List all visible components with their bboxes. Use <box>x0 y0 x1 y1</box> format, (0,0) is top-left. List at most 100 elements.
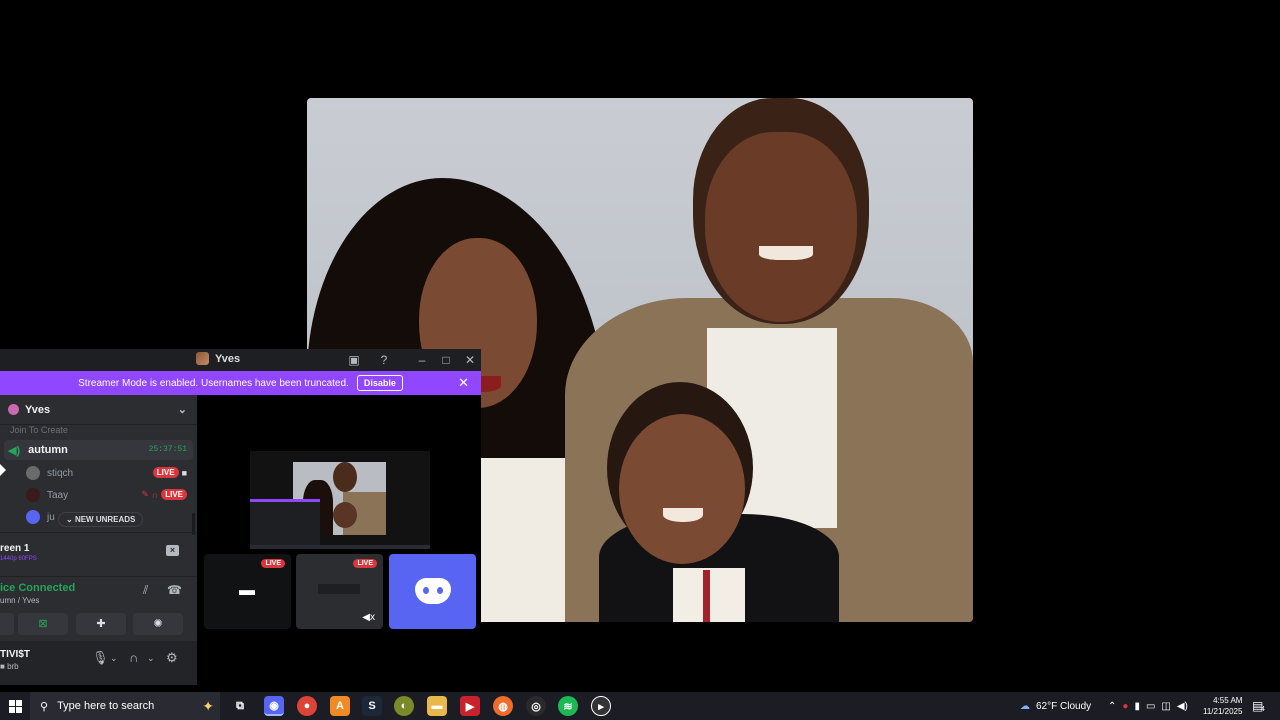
live-badge: LIVE <box>261 559 285 568</box>
live-badge: LIVE <box>152 467 179 478</box>
member-name: Taay <box>47 489 69 501</box>
mic-muted-icon: ✎ <box>141 489 149 499</box>
member-stiqch[interactable]: stiqch LIVE ■ <box>0 462 197 484</box>
preview-taskbar <box>250 545 430 549</box>
disable-streamer-mode-button[interactable]: Disable <box>356 375 403 391</box>
voice-channel-autumn[interactable]: ◀) autumn 25:37:51 <box>4 440 193 460</box>
search-icon: ⚲ <box>40 700 49 713</box>
discord-app-icon[interactable]: ◉ <box>264 696 284 716</box>
mouse-cursor-icon <box>0 464 6 476</box>
voice-connected-status[interactable]: ice Connected <box>0 582 75 594</box>
start-button[interactable] <box>0 692 30 720</box>
stream-tile-user[interactable]: LIVE ◀x <box>296 554 383 629</box>
app-icon-a[interactable]: A <box>330 696 350 716</box>
live-badge: LIVE <box>161 489 187 500</box>
chevron-down-icon[interactable]: ⌄ <box>110 653 118 664</box>
media-app-icon[interactable]: ▶ <box>460 696 480 716</box>
share-screen-button[interactable]: ⊠ <box>18 613 68 635</box>
stream-preview[interactable] <box>250 451 430 549</box>
monitor-icon: ▬ <box>239 582 255 599</box>
server-avatar-icon <box>196 352 209 365</box>
activities-button[interactable]: ✚ <box>76 613 126 635</box>
weather-text: 62°F Cloudy <box>1036 700 1092 712</box>
camera-button[interactable]: ▭ <box>0 613 14 635</box>
clock[interactable]: 4:55 AM 11/21/2025 <box>1203 692 1242 720</box>
maximize-icon[interactable]: □ <box>438 352 454 368</box>
disconnect-icon[interactable]: ☎ <box>167 583 182 597</box>
system-tray: ⌃ ● ▮ ▭ ◫ ◀) <box>1108 692 1188 720</box>
sparkle-icon: ✦ <box>202 697 214 714</box>
chrome-app-icon[interactable]: ● <box>297 696 317 716</box>
screen-share-title: reen 1 <box>0 543 30 554</box>
help-icon[interactable]: ? <box>376 352 392 368</box>
avatar <box>26 488 40 502</box>
inbox-icon[interactable]: ▣ <box>346 352 362 368</box>
stream-tile-screen[interactable]: LIVE ▬ <box>204 554 291 629</box>
close-window-icon[interactable]: ✕ <box>462 352 478 368</box>
user-status-text: brb <box>7 662 19 671</box>
voice-channel-path: umn / Yves <box>0 596 40 605</box>
window-title: Yves <box>196 352 240 365</box>
user-status: ■ brb <box>0 662 19 671</box>
close-banner-icon[interactable]: ✕ <box>458 375 469 391</box>
live-badge: LIVE <box>353 559 377 568</box>
steam-app-icon[interactable]: S <box>362 696 382 716</box>
new-unreads-button[interactable]: ⌄ NEW UNREADS <box>58 512 144 527</box>
soundboard-button[interactable]: ✺ <box>133 613 183 635</box>
tray-app-icon[interactable]: ● <box>1122 701 1128 712</box>
window-titlebar[interactable]: Yves ▣ ? – □ ✕ <box>0 349 481 371</box>
screen-share-quality: 1440p 60FPS <box>0 556 37 562</box>
settings-gear-icon[interactable]: ⚙ <box>166 650 178 666</box>
avatar <box>26 466 40 480</box>
task-view-icon[interactable]: ⧉ <box>230 696 250 716</box>
origin-app-icon[interactable]: ◍ <box>493 696 513 716</box>
discord-logo-icon <box>415 578 451 604</box>
tile-preview <box>318 584 360 594</box>
notifications-button[interactable]: ▤ 4 <box>1252 692 1265 720</box>
windows-logo-icon <box>8 699 22 713</box>
member-taay[interactable]: Taay ✎ ∩ LIVE <box>0 484 197 506</box>
voice-channel-name: autumn <box>28 444 68 456</box>
chevron-down-icon[interactable]: ⌄ <box>147 653 155 664</box>
window-title-text: Yves <box>215 352 241 365</box>
minimize-icon[interactable]: – <box>414 352 430 368</box>
stop-stream-icon[interactable]: × <box>166 545 179 556</box>
volume-icon[interactable]: ◀) <box>1177 701 1188 712</box>
noise-suppression-icon[interactable]: ⫽ <box>143 583 148 598</box>
file-explorer-icon[interactable]: ▬ <box>427 696 447 716</box>
server-icon <box>8 404 19 415</box>
spotify-app-icon[interactable]: ≋ <box>558 696 578 716</box>
search-placeholder: Type here to search <box>57 700 155 712</box>
game-app-icon[interactable]: ◐ <box>394 696 414 716</box>
notification-count: 4 <box>1261 706 1265 713</box>
member-name: ju <box>47 511 55 523</box>
discord-avatar-icon <box>26 510 40 524</box>
speaker-icon: ◀) <box>8 444 21 457</box>
chevron-down-icon: ⌄ <box>66 515 75 524</box>
username[interactable]: TIVI$T <box>0 649 30 660</box>
windows-taskbar: ⚲ Type here to search ✦ ⧉ ◉ ● A S ◐ ▬ ▶ … <box>0 692 1280 720</box>
chevron-up-icon[interactable]: ⌃ <box>1108 701 1116 712</box>
taskbar-search[interactable]: ⚲ Type here to search ✦ <box>30 692 220 720</box>
chevron-down-icon[interactable]: ⌄ <box>178 403 187 416</box>
player-app-icon[interactable]: ▸ <box>591 696 611 716</box>
headphones-muted-icon: ∩ <box>151 489 159 500</box>
microphone-icon[interactable]: 🎙︎ <box>92 650 109 666</box>
streamer-mode-banner: Streamer Mode is enabled. Usernames have… <box>0 371 481 395</box>
headphones-icon[interactable]: ∩ <box>129 650 138 665</box>
microphone-icon[interactable]: ▮ <box>1134 701 1140 712</box>
stream-stage: LIVE ▬ LIVE ◀x <box>197 395 481 685</box>
channel-join-to-create[interactable]: Join To Create <box>0 426 197 438</box>
member-name: stiqch <box>47 467 74 479</box>
server-header[interactable]: Yves ⌄ <box>0 395 197 425</box>
weather-widget[interactable]: ☁ 62°F Cloudy <box>1020 692 1091 720</box>
stream-tile-discord[interactable] <box>389 554 476 629</box>
wifi-icon[interactable]: ◫ <box>1161 701 1170 712</box>
muted-speaker-icon[interactable]: ◀x <box>362 612 375 623</box>
clock-date: 11/21/2025 <box>1203 707 1243 716</box>
voice-channel-timer: 25:37:51 <box>148 445 187 454</box>
network-icon[interactable]: ▭ <box>1146 701 1155 712</box>
obs-app-icon[interactable]: ◎ <box>526 696 546 716</box>
screen-share-panel: reen 1 1440p 60FPS × <box>0 532 197 575</box>
user-panel: TIVI$T ■ brb 🎙︎ ⌄ ∩ ⌄ ⚙ <box>0 641 197 685</box>
